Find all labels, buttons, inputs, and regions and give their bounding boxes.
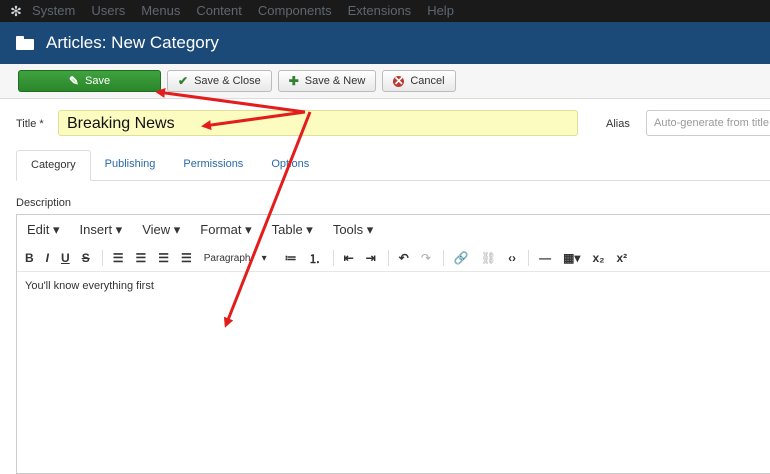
title-input[interactable]: Breaking News [58, 110, 578, 136]
table-icon[interactable]: ▦▾ [563, 251, 580, 265]
joomla-logo-icon[interactable]: ✻ [0, 3, 32, 20]
menu-users[interactable]: Users [91, 0, 125, 22]
editor-menubar: Edit ▾ Insert ▾ View ▾ Format ▾ Table ▾ … [17, 215, 770, 245]
editor-menu-format[interactable]: Format ▾ [200, 222, 251, 238]
save-label: Save [84, 75, 111, 87]
italic-icon[interactable]: I [46, 251, 49, 265]
save-new-button[interactable]: ✚ Save & New [277, 70, 377, 92]
page-title: Articles: New Category [46, 33, 219, 52]
paragraph-format-select[interactable]: Paragraph ▾ [204, 253, 267, 264]
edit-icon: ✎ [68, 74, 79, 88]
tab-bar: Category Publishing Permissions Options [16, 150, 770, 181]
save-button[interactable]: ✎ Save [18, 70, 161, 92]
strikethrough-icon[interactable]: S [82, 251, 90, 265]
editor-menu-table[interactable]: Table ▾ [272, 222, 313, 238]
menu-menus[interactable]: Menus [141, 0, 180, 22]
outdent-icon[interactable]: ⇤ [344, 251, 354, 265]
alias-label: Alias [606, 118, 630, 130]
menu-extensions[interactable]: Extensions [348, 0, 412, 22]
toolbar-separator [528, 250, 530, 266]
plus-icon: ✚ [288, 74, 299, 88]
align-center-icon[interactable]: ☰ [135, 251, 146, 265]
editor-format-toolbar: B I U S ☰ ☰ ☰ ☰ Paragraph ▾ ≔ ⒈ ⇤ ⇥ ↶ ↷ … [17, 245, 770, 272]
editor-menu-view[interactable]: View ▾ [142, 222, 180, 238]
title-row: Title * Breaking News Alias Auto-generat… [0, 110, 770, 138]
cancel-button[interactable]: ✕ Cancel [382, 70, 456, 92]
tab-publishing[interactable]: Publishing [91, 150, 170, 180]
menu-components[interactable]: Components [258, 0, 332, 22]
menu-system[interactable]: System [32, 0, 75, 22]
align-left-icon[interactable]: ☰ [113, 251, 124, 265]
link-icon[interactable]: 🔗 [454, 251, 469, 265]
page-header: Articles: New Category [0, 22, 770, 64]
tab-options[interactable]: Options [257, 150, 323, 180]
redo-icon[interactable]: ↷ [421, 251, 431, 265]
editor-content[interactable]: You'll know everything first [17, 272, 770, 300]
rich-text-editor: Edit ▾ Insert ▾ View ▾ Format ▾ Table ▾ … [16, 214, 770, 474]
menu-content[interactable]: Content [196, 0, 242, 22]
check-icon: ✔ [178, 74, 189, 88]
editor-menu-edit[interactable]: Edit ▾ [27, 222, 60, 238]
unlink-icon[interactable]: ⛓ [481, 251, 496, 265]
numbered-list-icon[interactable]: ⒈ [309, 250, 321, 267]
bold-icon[interactable]: B [25, 251, 34, 265]
save-new-label: Save & New [304, 75, 366, 87]
underline-icon[interactable]: U [61, 251, 70, 265]
description-label: Description [16, 197, 72, 209]
toolbar-separator [387, 250, 389, 266]
save-close-label: Save & Close [194, 75, 261, 87]
editor-menu-insert[interactable]: Insert ▾ [80, 222, 123, 238]
cancel-label: Cancel [410, 75, 445, 87]
tab-category[interactable]: Category [16, 150, 91, 181]
toolbar-separator [101, 250, 103, 266]
action-toolbar: ✎ Save ✔ Save & Close ✚ Save & New ✕ Can… [0, 64, 770, 99]
tab-permissions[interactable]: Permissions [169, 150, 257, 180]
toolbar-separator [332, 250, 334, 266]
align-right-icon[interactable]: ☰ [158, 251, 169, 265]
indent-icon[interactable]: ⇥ [366, 251, 376, 265]
save-close-button[interactable]: ✔ Save & Close [167, 70, 272, 92]
title-label: Title * [16, 118, 44, 130]
code-icon[interactable]: ‹› [508, 251, 516, 265]
horizontal-rule-icon[interactable]: — [539, 251, 551, 265]
paragraph-format-value: Paragraph [203, 252, 251, 264]
folder-open-icon [16, 36, 34, 50]
superscript-icon[interactable]: x² [616, 251, 627, 265]
subscript-icon[interactable]: x₂ [592, 251, 604, 265]
alias-input[interactable]: Auto-generate from title [646, 110, 770, 136]
undo-icon[interactable]: ↶ [399, 251, 409, 265]
align-justify-icon[interactable]: ☰ [181, 251, 192, 265]
editor-menu-tools[interactable]: Tools ▾ [333, 222, 374, 238]
menu-help[interactable]: Help [427, 0, 454, 22]
bullet-list-icon[interactable]: ≔ [285, 251, 297, 265]
cancel-icon: ✕ [393, 73, 405, 88]
toolbar-separator [442, 250, 444, 266]
top-menu-bar: ✻ System Users Menus Content Components … [0, 0, 770, 22]
